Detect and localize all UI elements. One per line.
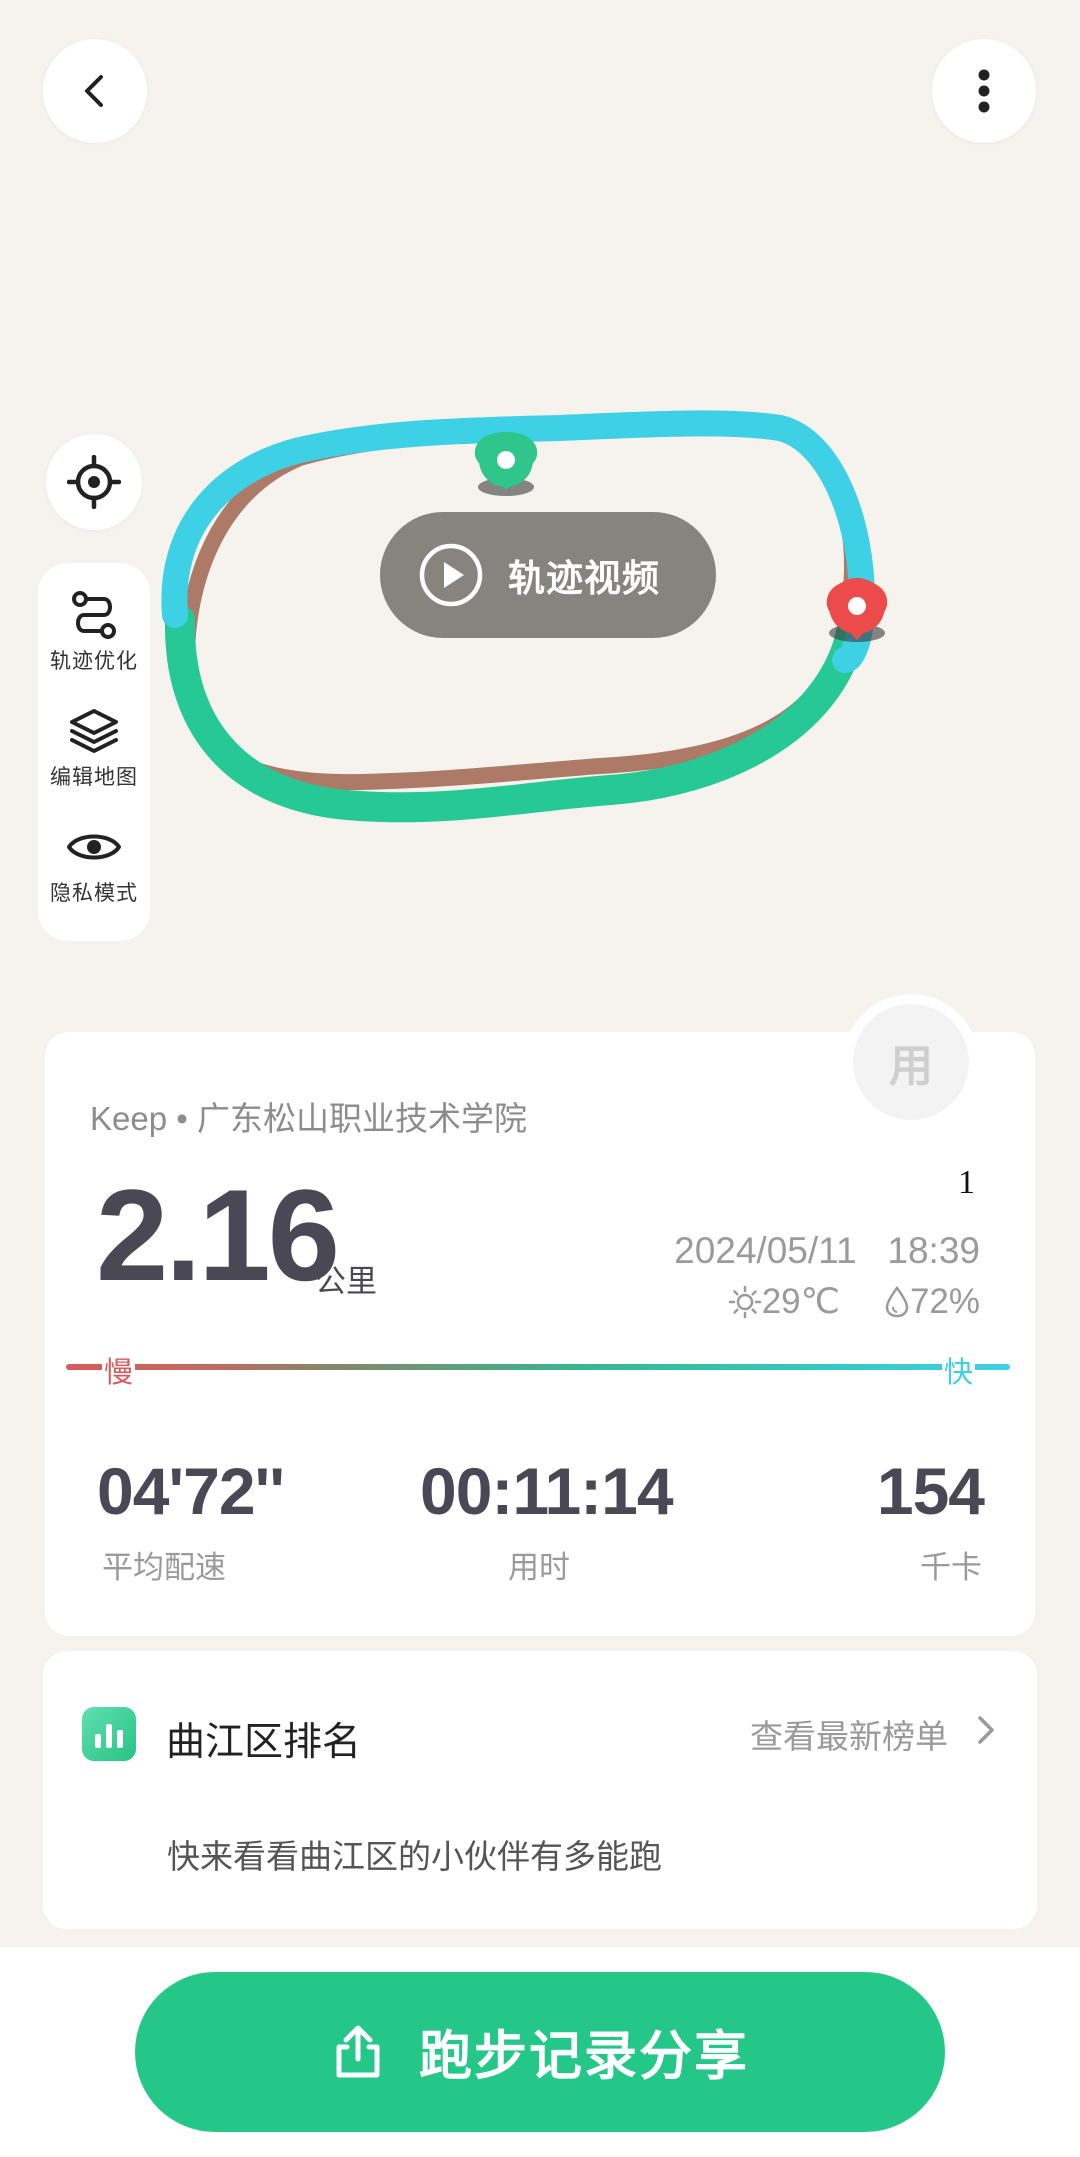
share-label: 跑步记录分享 — [419, 2027, 749, 2086]
distance-value: 2.16 — [96, 1162, 340, 1308]
play-icon — [419, 543, 483, 607]
tool-privacy-mode[interactable]: 隐私模式 — [38, 821, 150, 907]
tool-route-optimize[interactable]: 轨迹优化 — [38, 589, 150, 675]
eye-icon — [67, 834, 121, 860]
route-icon — [72, 591, 116, 639]
locate-button[interactable] — [46, 434, 142, 530]
share-run-button[interactable]: 跑步记录分享 — [135, 1972, 945, 2132]
weather-info: 29℃ 72% — [728, 1282, 980, 1322]
duration-value: 00:11:14 — [420, 1454, 674, 1528]
tool-label: 编辑地图 — [50, 766, 138, 789]
share-upload-icon — [336, 2025, 380, 2078]
calories-label: 千卡 — [920, 1550, 982, 1585]
bar-chart-icon — [82, 1707, 136, 1761]
humidity-value: 72% — [909, 1282, 980, 1321]
map-toolbox: 轨迹优化 编辑地图 隐私模式 — [38, 563, 150, 941]
distance-unit: 公里 — [315, 1264, 377, 1299]
fast-label: 快 — [942, 1349, 976, 1391]
humidity-drop-icon — [885, 1285, 909, 1318]
layers-icon — [70, 709, 118, 753]
tool-edit-map[interactable]: 编辑地图 — [38, 705, 150, 791]
run-datetime: 2024/05/11 18:39 — [674, 1230, 980, 1271]
ranking-description: 快来看看曲江区的小伙伴有多能跑 — [167, 1838, 662, 1875]
end-marker[interactable] — [826, 578, 888, 642]
start-marker[interactable] — [474, 432, 538, 496]
sun-icon — [728, 1285, 761, 1319]
pace-gradient-bar — [66, 1364, 1010, 1370]
tool-label: 隐私模式 — [50, 882, 138, 905]
run-source: Keep • 广东松山职业技术学院 — [90, 1100, 527, 1137]
slow-label: 慢 — [102, 1349, 136, 1391]
avg-pace-value: 04'72'' — [97, 1454, 285, 1528]
back-button[interactable] — [43, 39, 147, 143]
track-video-label: 轨迹视频 — [508, 558, 660, 599]
duration-label: 用时 — [508, 1550, 570, 1585]
small-marker: 1 — [958, 1164, 975, 1201]
route-map — [161, 410, 888, 823]
more-button[interactable] — [932, 39, 1036, 143]
chevron-right-icon[interactable] — [975, 1714, 997, 1746]
ranking-title: 曲江区排名 — [166, 1721, 362, 1764]
calories-value: 154 — [876, 1454, 985, 1528]
ranking-card[interactable] — [43, 1651, 1037, 1929]
chevron-left-icon — [85, 75, 103, 107]
track-video-button[interactable]: 轨迹视频 — [380, 512, 716, 638]
avg-pace-label: 平均配速 — [102, 1550, 226, 1585]
ranking-link[interactable]: 查看最新榜单 — [750, 1710, 948, 1758]
crosshair-icon — [67, 455, 121, 509]
temperature-value: 29℃ — [761, 1282, 840, 1321]
vertical-dots-icon — [978, 69, 990, 113]
user-badge[interactable]: 用 — [853, 1004, 969, 1120]
tool-label: 轨迹优化 — [50, 650, 138, 673]
